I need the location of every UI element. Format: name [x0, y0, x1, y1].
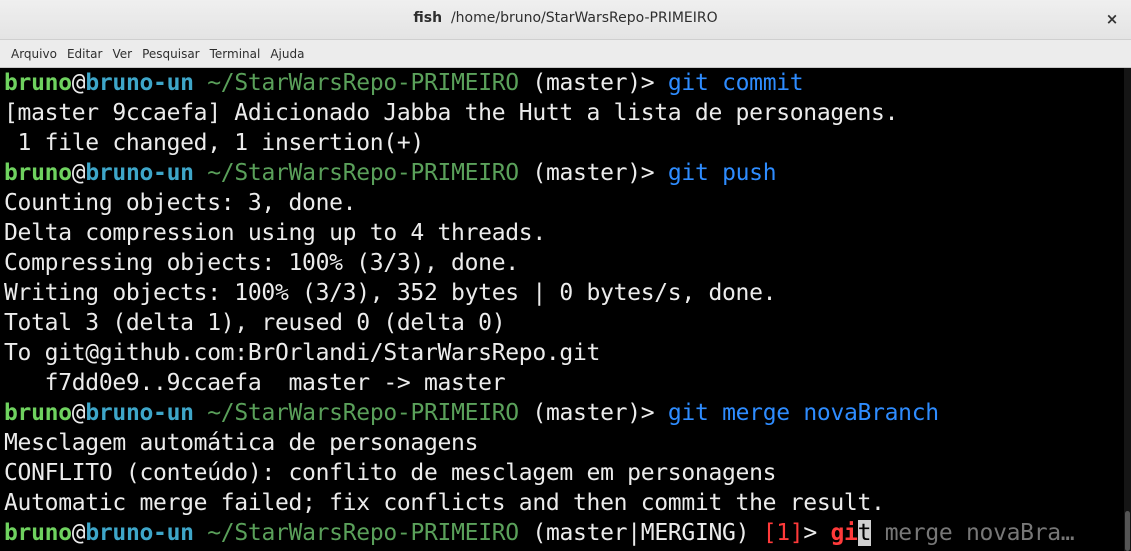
menu-ver[interactable]: Ver — [107, 47, 137, 61]
prompt-path: ~/StarWarsRepo-PRIMEIRO — [193, 400, 519, 426]
terminal-output[interactable]: bruno@bruno-un ~/StarWarsRepo-PRIMEIRO (… — [0, 68, 1124, 551]
prompt-host: bruno-un — [85, 400, 194, 426]
prompt-at: @ — [71, 160, 86, 186]
output-line: Automatic merge failed; fix conflicts an… — [4, 490, 885, 516]
prompt-host: bruno-un — [85, 70, 194, 96]
title-path: /home/bruno/StarWarsRepo-PRIMEIRO — [450, 10, 718, 26]
prompt-host: bruno-un — [85, 520, 194, 546]
menu-pesquisar[interactable]: Pesquisar — [137, 47, 205, 61]
prompt-path: ~/StarWarsRepo-PRIMEIRO — [193, 160, 519, 186]
prompt-path: ~/StarWarsRepo-PRIMEIRO — [193, 520, 519, 546]
active-prompt-line[interactable]: bruno@bruno-un ~/StarWarsRepo-PRIMEIRO (… — [4, 518, 1124, 548]
title-bar[interactable]: fish /home/bruno/StarWarsRepo-PRIMEIRO × — [0, 0, 1131, 40]
menu-arquivo[interactable]: Arquivo — [6, 47, 62, 61]
menu-terminal[interactable]: Terminal — [205, 47, 266, 61]
prompt-at: @ — [71, 520, 86, 546]
terminal-window: fish /home/bruno/StarWarsRepo-PRIMEIRO ×… — [0, 0, 1131, 551]
output-line: To git@github.com:BrOrlandi/StarWarsRepo… — [4, 340, 601, 366]
prompt-at: @ — [71, 70, 86, 96]
prompt-host: bruno-un — [85, 160, 194, 186]
prompt-branch-merging: (master|MERGING) — [518, 520, 763, 546]
output-line: Writing objects: 100% (3/3), 352 bytes |… — [4, 280, 777, 306]
prompt-path: ~/StarWarsRepo-PRIMEIRO — [193, 70, 519, 96]
prompt-user: bruno — [4, 520, 72, 546]
command-text: git push — [667, 160, 777, 186]
scrollbar[interactable] — [1124, 68, 1131, 551]
output-line: Compressing objects: 100% (3/3), done. — [4, 250, 519, 276]
text-cursor: t — [857, 520, 872, 546]
prompt-branch: (master)> — [518, 400, 668, 426]
output-line: Total 3 (delta 1), reused 0 (delta 0) — [4, 310, 506, 336]
command-text: git commit — [667, 70, 804, 96]
autosuggestion: merge novaBra… — [871, 520, 1075, 546]
scrollbar-thumb[interactable] — [1125, 511, 1130, 551]
menu-ajuda[interactable]: Ajuda — [265, 47, 309, 61]
prompt-arrow: > — [803, 520, 831, 546]
close-icon[interactable]: × — [1101, 8, 1123, 30]
prompt-line: bruno@bruno-un ~/StarWarsRepo-PRIMEIRO (… — [4, 398, 1124, 428]
prompt-at: @ — [71, 400, 86, 426]
exit-status: [1] — [762, 520, 804, 546]
output-line: f7dd0e9..9ccaefa master -> master — [4, 370, 506, 396]
prompt-branch: (master)> — [518, 70, 668, 96]
prompt-user: bruno — [4, 70, 72, 96]
window-title: fish /home/bruno/StarWarsRepo-PRIMEIRO — [0, 10, 1131, 26]
output-line: [master 9ccaefa] Adicionado Jabba the Hu… — [4, 100, 899, 126]
prompt-line: bruno@bruno-un ~/StarWarsRepo-PRIMEIRO (… — [4, 158, 1124, 188]
menu-bar: Arquivo Editar Ver Pesquisar Terminal Aj… — [0, 40, 1131, 68]
title-app: fish — [413, 10, 443, 26]
prompt-branch: (master)> — [518, 160, 668, 186]
prompt-user: bruno — [4, 400, 72, 426]
output-line: 1 file changed, 1 insertion(+) — [4, 130, 425, 156]
menu-editar[interactable]: Editar — [62, 47, 108, 61]
output-line: Delta compression using up to 4 threads. — [4, 220, 546, 246]
prompt-user: bruno — [4, 160, 72, 186]
prompt-line: bruno@bruno-un ~/StarWarsRepo-PRIMEIRO (… — [4, 68, 1124, 98]
output-line: Mesclagem automática de personagens — [4, 430, 479, 456]
output-line: CONFLITO (conteúdo): conflito de mesclag… — [4, 460, 777, 486]
typed-input[interactable]: gi — [830, 520, 857, 546]
output-line: Counting objects: 3, done. — [4, 190, 357, 216]
command-text: git merge novaBranch — [667, 400, 939, 426]
